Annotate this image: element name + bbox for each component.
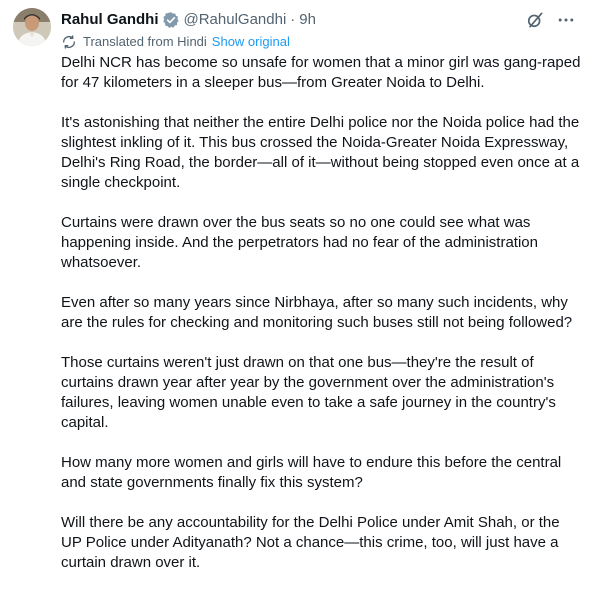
- timestamp[interactable]: 9h: [299, 10, 316, 30]
- tweet-paragraph: Curtains were drawn over the bus seats s…: [61, 214, 538, 271]
- avatar-image: [13, 8, 51, 46]
- tweet-paragraph: How many more women and girls will have …: [61, 454, 562, 491]
- avatar[interactable]: [13, 8, 51, 46]
- tweet-paragraph: Even after so many years since Nirbhaya,…: [61, 294, 573, 331]
- tweet-paragraph: Those curtains weren't just drawn on tha…: [61, 354, 556, 431]
- more-icon[interactable]: [555, 9, 577, 31]
- author-handle[interactable]: @RahulGandhi: [184, 10, 287, 30]
- verified-badge-icon: [162, 11, 180, 29]
- translated-label: Translated from Hindi: [83, 34, 207, 49]
- tweet-header: Rahul Gandhi @RahulGandhi · 9h: [61, 9, 577, 31]
- grok-icon[interactable]: [524, 9, 546, 31]
- header-actions: [524, 9, 577, 31]
- tweet-paragraph: Will there be any accountability for the…: [61, 514, 560, 571]
- translation-note: Translated from Hindi Show original: [61, 34, 290, 50]
- tweet-paragraph: It's astonishing that neither the entire…: [61, 114, 580, 191]
- separator-dot: ·: [290, 11, 296, 28]
- author-name[interactable]: Rahul Gandhi: [61, 10, 159, 30]
- tweet: Rahul Gandhi @RahulGandhi · 9h Translate…: [0, 0, 591, 598]
- tweet-paragraph: Delhi NCR has become so unsafe for women…: [61, 54, 581, 91]
- tweet-body: Delhi NCR has become so unsafe for women…: [61, 53, 583, 573]
- translate-icon: [61, 34, 77, 50]
- show-original-link[interactable]: Show original: [212, 34, 290, 50]
